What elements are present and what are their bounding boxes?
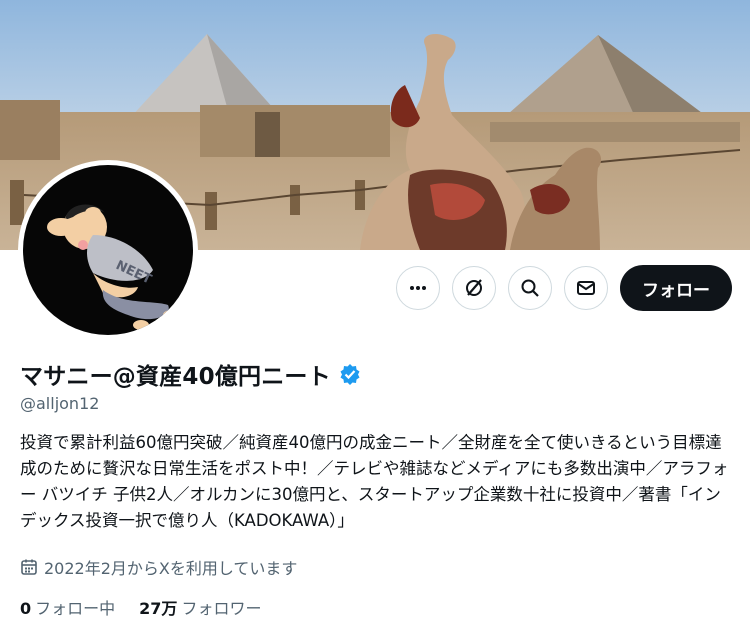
more-icon bbox=[410, 286, 426, 290]
verified-badge-icon[interactable] bbox=[339, 363, 361, 385]
followers-label: フォロワー bbox=[181, 599, 262, 618]
joined-date: 2022年2月からXを利用しています bbox=[20, 555, 297, 579]
search-icon bbox=[521, 279, 539, 297]
follow-button[interactable]: フォロー bbox=[620, 265, 732, 311]
profile-stats: 0 フォロー中 27万 フォロワー bbox=[20, 595, 261, 619]
message-button[interactable] bbox=[564, 266, 608, 310]
profile-bio: 投資で累計利益60億円突破／純資産40億円の成金ニート／全財産を全て使いきるとい… bbox=[20, 433, 729, 530]
more-button[interactable] bbox=[396, 266, 440, 310]
profile-avatar[interactable]: NEET bbox=[18, 160, 198, 340]
joined-text: 2022年2月からXを利用しています bbox=[44, 559, 298, 578]
profile-actions: フォロー bbox=[396, 265, 732, 311]
profile-name: マサニー@資産40億円ニート bbox=[20, 364, 331, 390]
following-count: 0 bbox=[20, 599, 32, 618]
profile-handle: @alljon12 bbox=[20, 394, 100, 413]
neet-character-avatar-icon: NEET bbox=[47, 204, 179, 330]
search-button[interactable] bbox=[508, 266, 552, 310]
grok-button[interactable] bbox=[452, 266, 496, 310]
following-label: フォロー中 bbox=[35, 599, 116, 618]
calendar-icon bbox=[21, 559, 37, 575]
profile-name-row: マサニー@資産40億円ニート bbox=[20, 357, 361, 391]
message-icon bbox=[577, 281, 595, 295]
grok-icon bbox=[466, 279, 482, 296]
followers-count: 27万 bbox=[139, 599, 178, 618]
avatar-image: NEET bbox=[23, 165, 193, 335]
followers-link[interactable]: 27万 フォロワー bbox=[139, 595, 261, 619]
following-link[interactable]: 0 フォロー中 bbox=[20, 595, 115, 619]
